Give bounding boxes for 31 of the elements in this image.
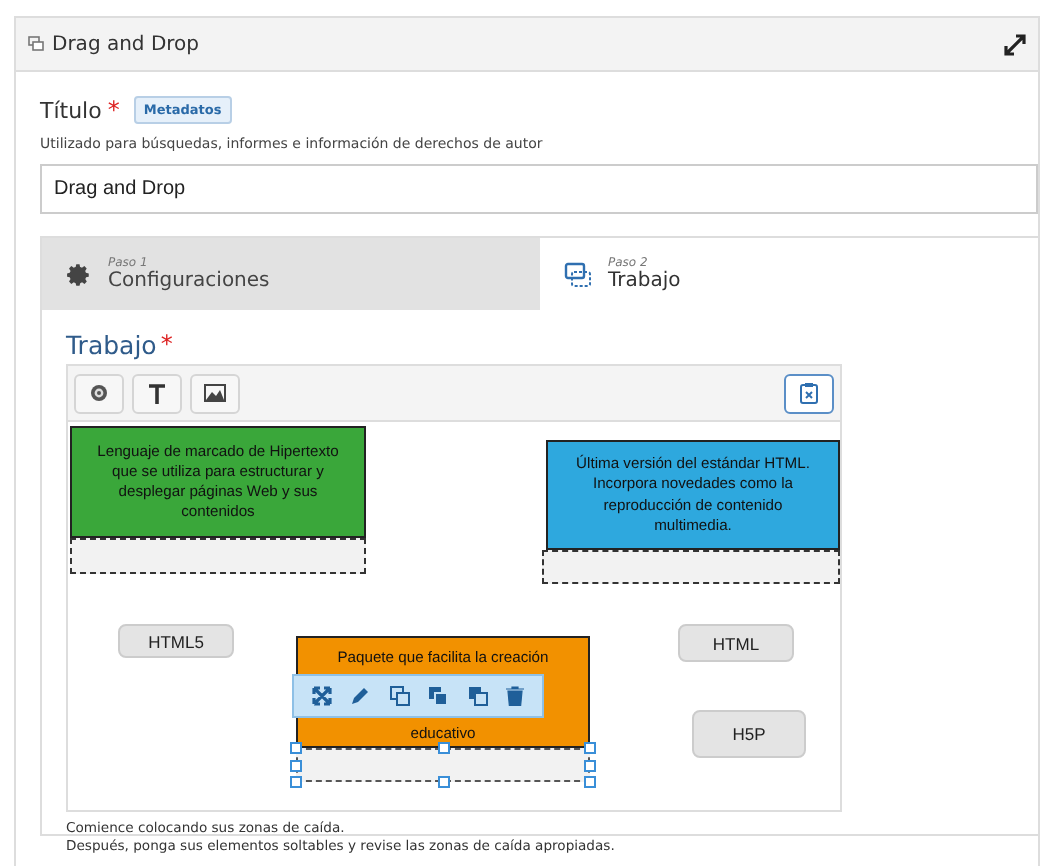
- required-mark: *: [107, 96, 120, 124]
- drop-zone[interactable]: [296, 748, 590, 782]
- clipboard-button[interactable]: [784, 373, 834, 413]
- text-tool[interactable]: [132, 373, 182, 413]
- resize-handle[interactable]: [437, 776, 449, 788]
- expand-icon[interactable]: [1004, 33, 1026, 55]
- dropzone-tool[interactable]: [74, 373, 124, 413]
- drop-zone[interactable]: [542, 550, 840, 584]
- chat-icon: [28, 36, 44, 52]
- gear-icon: [66, 261, 92, 287]
- screens-icon: [564, 261, 592, 287]
- required-mark: *: [160, 330, 173, 358]
- drop-zone[interactable]: [70, 538, 366, 574]
- delete-icon[interactable]: [506, 686, 525, 706]
- panel-title: Drag and Drop: [52, 33, 202, 55]
- edit-icon[interactable]: [350, 686, 371, 706]
- layers-icon[interactable]: [467, 686, 488, 706]
- section-heading: Trabajo: [66, 330, 157, 360]
- title-input[interactable]: Drag and Drop: [40, 164, 1038, 214]
- copy-icon[interactable]: [389, 686, 410, 706]
- image-icon: [204, 384, 226, 402]
- target-icon: [90, 384, 108, 402]
- text-icon: [148, 383, 166, 403]
- move-icon[interactable]: [311, 686, 332, 706]
- image-tool[interactable]: [190, 373, 240, 413]
- draggable-label[interactable]: H5P: [692, 710, 806, 758]
- layers-icon[interactable]: [428, 686, 449, 706]
- draggable-label[interactable]: HTML5: [118, 624, 234, 658]
- clipboard-icon: [800, 382, 818, 404]
- field-label: Título: [40, 97, 102, 123]
- draggable-label[interactable]: HTML: [678, 624, 794, 662]
